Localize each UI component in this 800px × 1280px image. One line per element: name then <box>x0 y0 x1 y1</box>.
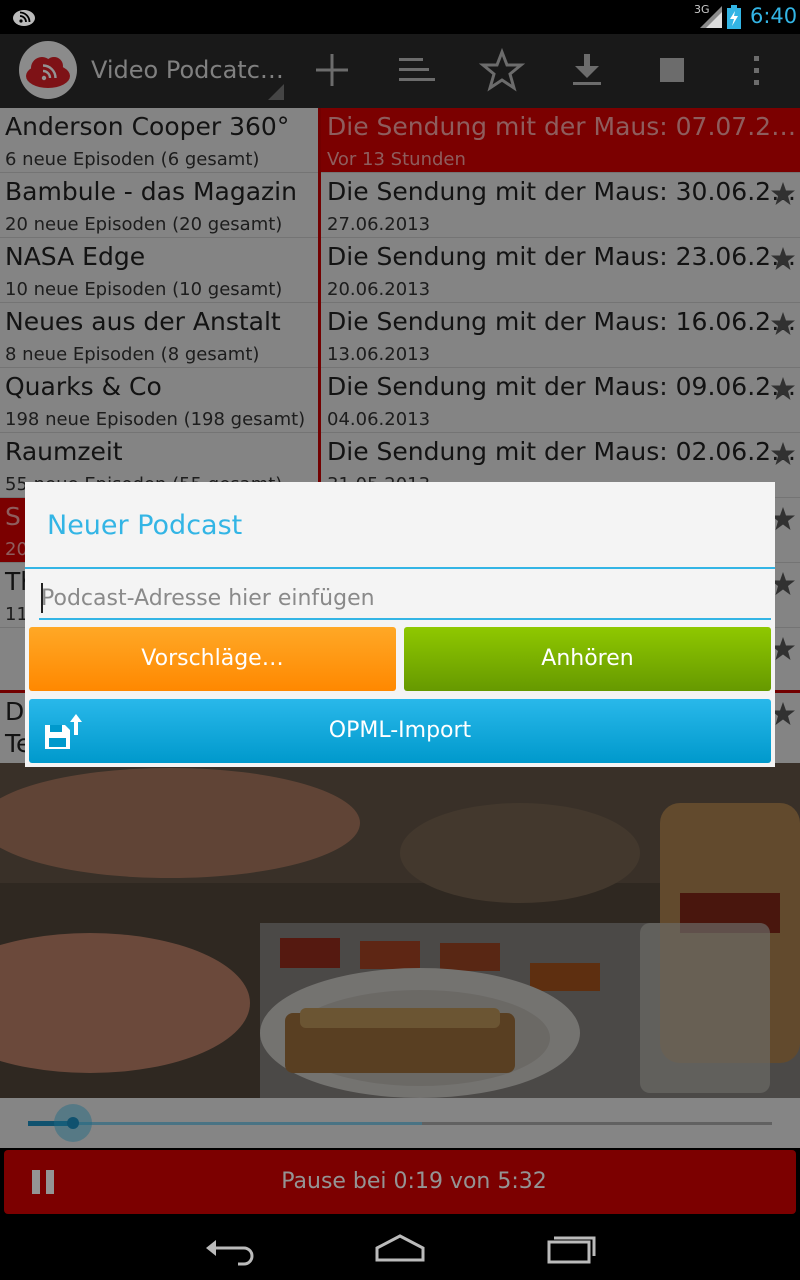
listen-button[interactable]: Anhören <box>404 627 771 691</box>
clock: 6:40 <box>750 4 798 28</box>
home-icon[interactable] <box>370 1230 430 1266</box>
opml-import-label: OPML-Import <box>328 718 472 743</box>
signal-icon <box>700 6 722 28</box>
podcast-url-input[interactable] <box>39 578 771 620</box>
podcast-notification-icon <box>13 10 35 26</box>
opml-upload-icon <box>45 714 82 749</box>
status-bar: 3G 6:40 <box>0 0 800 34</box>
navigation-bar <box>0 1216 800 1280</box>
battery-charging-icon <box>727 5 741 29</box>
opml-import-button[interactable]: OPML-Import <box>29 699 771 763</box>
dialog-title: Neuer Podcast <box>47 510 243 541</box>
suggestions-button[interactable]: Vorschläge… <box>29 627 396 691</box>
new-podcast-dialog: Neuer Podcast Vorschläge… Anhören OPML-I… <box>25 482 775 767</box>
dialog-title-divider <box>25 567 775 569</box>
text-cursor <box>41 583 43 613</box>
recents-icon[interactable] <box>540 1230 600 1266</box>
back-icon[interactable] <box>200 1230 260 1266</box>
